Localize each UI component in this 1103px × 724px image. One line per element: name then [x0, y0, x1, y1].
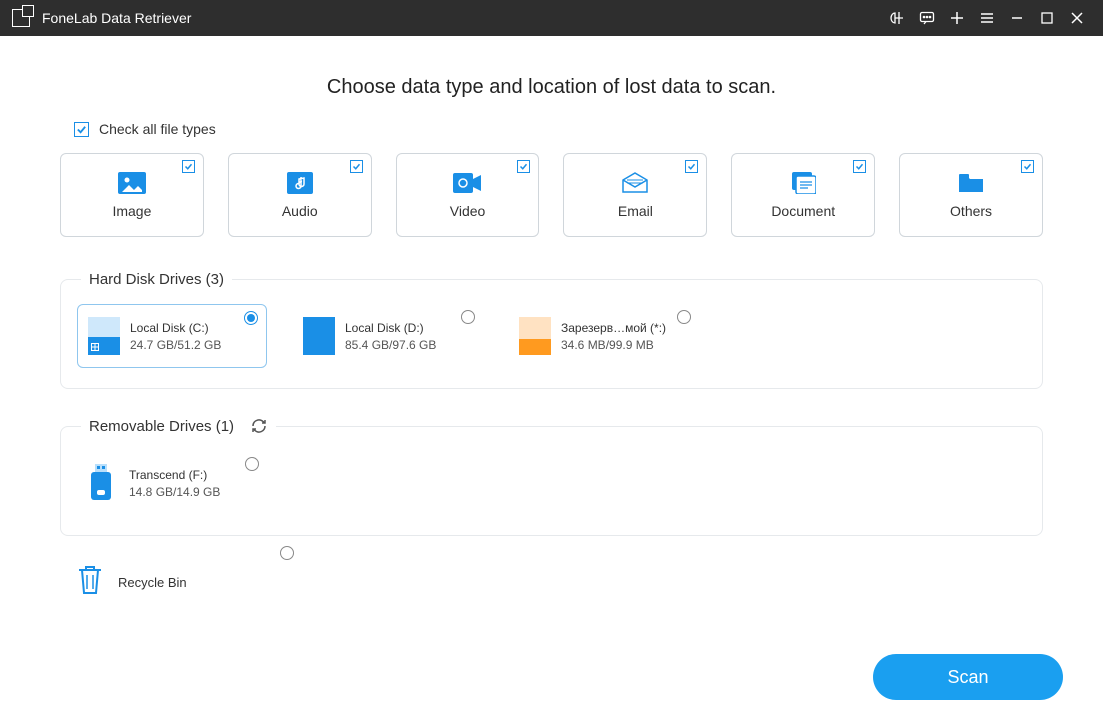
document-icon [788, 171, 818, 195]
type-others-checkbox[interactable] [1021, 160, 1034, 173]
type-email-label: Email [618, 203, 653, 219]
disk-icon [303, 317, 335, 355]
audio-icon [285, 171, 315, 195]
drive-d-name: Local Disk (D:) [345, 321, 436, 335]
share-button[interactable] [883, 4, 911, 32]
type-video-checkbox[interactable] [517, 160, 530, 173]
check-all-row[interactable]: Check all file types [74, 121, 1043, 137]
drive-d-radio[interactable] [461, 310, 475, 324]
drive-reserved-name: Зарезерв…мой (*:) [561, 321, 666, 335]
type-document-label: Document [771, 203, 835, 219]
drive-reserved-size: 34.6 MB/99.9 MB [561, 338, 666, 352]
feedback-button[interactable] [913, 4, 941, 32]
drive-f-name: Transcend (F:) [129, 468, 220, 482]
image-icon [117, 171, 147, 195]
minimize-button[interactable] [1003, 4, 1031, 32]
recycle-bin-option[interactable]: Recycle Bin [76, 564, 266, 601]
drive-c-radio[interactable] [244, 311, 258, 325]
drive-reserved[interactable]: Зарезерв…мой (*:) 34.6 MB/99.9 MB [509, 304, 699, 368]
drive-d-size: 85.4 GB/97.6 GB [345, 338, 436, 352]
type-document-checkbox[interactable] [853, 160, 866, 173]
app-logo-icon [12, 9, 30, 27]
type-email[interactable]: Email [563, 153, 707, 237]
type-audio-checkbox[interactable] [350, 160, 363, 173]
type-others-label: Others [950, 203, 992, 219]
scan-button[interactable]: Scan [873, 654, 1063, 700]
menu-button[interactable] [973, 4, 1001, 32]
recycle-radio[interactable] [280, 546, 294, 560]
hdd-legend: Hard Disk Drives (3) [81, 271, 232, 288]
maximize-button[interactable] [1033, 4, 1061, 32]
video-icon [453, 171, 483, 195]
title-bar: FoneLab Data Retriever [0, 0, 1103, 36]
drive-reserved-radio[interactable] [677, 310, 691, 324]
type-video-label: Video [450, 203, 486, 219]
app-title: FoneLab Data Retriever [42, 10, 191, 26]
check-all-checkbox[interactable] [74, 122, 89, 137]
type-audio[interactable]: Audio [228, 153, 372, 237]
disk-icon [519, 317, 551, 355]
check-all-label: Check all file types [99, 121, 216, 137]
type-image-checkbox[interactable] [182, 160, 195, 173]
drive-c-name: Local Disk (C:) [130, 321, 221, 335]
refresh-button[interactable] [250, 417, 268, 435]
type-image[interactable]: Image [60, 153, 204, 237]
main-content: Choose data type and location of lost da… [0, 36, 1103, 645]
add-button[interactable] [943, 4, 971, 32]
disk-icon [88, 317, 120, 355]
type-others[interactable]: Others [899, 153, 1043, 237]
page-heading: Choose data type and location of lost da… [60, 76, 1043, 99]
drive-c[interactable]: Local Disk (C:) 24.7 GB/51.2 GB [77, 304, 267, 368]
type-audio-label: Audio [282, 203, 318, 219]
hdd-section: Hard Disk Drives (3) Local Disk (C:) 24.… [60, 271, 1043, 389]
type-image-label: Image [112, 203, 151, 219]
drive-c-size: 24.7 GB/51.2 GB [130, 338, 221, 352]
type-video[interactable]: Video [396, 153, 540, 237]
folder-icon [956, 171, 986, 195]
email-icon [620, 171, 650, 195]
close-button[interactable] [1063, 4, 1091, 32]
removable-legend: Removable Drives (1) [81, 417, 276, 435]
trash-icon [76, 564, 104, 601]
drive-d[interactable]: Local Disk (D:) 85.4 GB/97.6 GB [293, 304, 483, 368]
removable-section: Removable Drives (1) Transcend (F:) 14.8… [60, 417, 1043, 536]
type-document[interactable]: Document [731, 153, 875, 237]
drive-f-size: 14.8 GB/14.9 GB [129, 485, 220, 499]
file-type-row: Image Audio Video Email Document Others [60, 153, 1043, 237]
usb-icon [87, 464, 119, 502]
drive-f-radio[interactable] [245, 457, 259, 471]
recycle-label: Recycle Bin [118, 575, 187, 590]
type-email-checkbox[interactable] [685, 160, 698, 173]
drive-f[interactable]: Transcend (F:) 14.8 GB/14.9 GB [77, 451, 267, 515]
